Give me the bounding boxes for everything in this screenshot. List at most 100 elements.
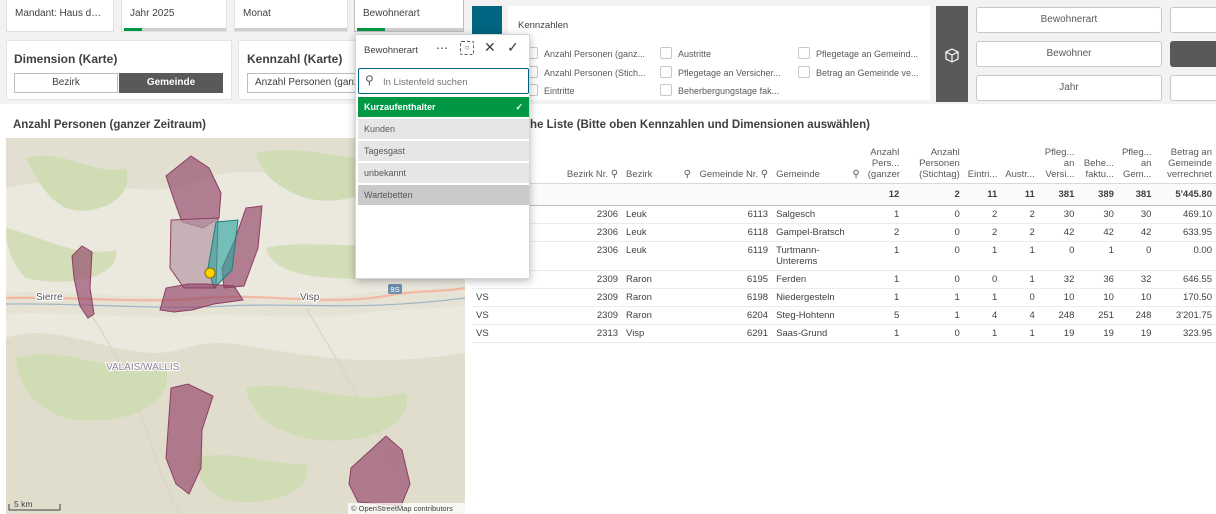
object-tool-panel[interactable] xyxy=(936,6,968,102)
table-row[interactable]: 2309 Raron 6195 Ferden 1 0 0 1 32 36 32 646.55 xyxy=(472,270,1216,289)
totals-cell: 381 xyxy=(1038,183,1079,206)
listbox-item-kunden[interactable]: Kunden xyxy=(358,119,529,140)
table-cell: 4 xyxy=(963,306,1002,325)
table-row[interactable]: 2306 Leuk 6118 Gampel-Bratsch 2 0 2 2 42 42 42 633.… xyxy=(472,223,1216,242)
table-cell: VS xyxy=(472,288,545,307)
column-header-eintritte[interactable]: Eintri... xyxy=(963,138,1002,184)
table-body: 2306 Leuk 6113 Salgesch 1 0 2 2 30 30 30 469.10 2306… xyxy=(472,205,1216,343)
kennzahl-select-value: Anzahl Personen (ganzer xyxy=(255,77,367,88)
table-cell: 646.55 xyxy=(1155,270,1216,289)
right-button-bottom-partial[interactable] xyxy=(1170,75,1216,101)
listbox-search-field[interactable]: ⚲ xyxy=(358,68,529,94)
table-cell: 1 xyxy=(903,288,964,307)
kennzahl-option-label: Beherbergungstage fak... xyxy=(678,86,780,96)
table-row[interactable]: 2306 Leuk 6119 Turtmann-Unterems 1 0 1 1 0 1 0 0.00 xyxy=(472,241,1216,271)
column-header-label: Gemeinde xyxy=(776,169,820,180)
jahr-button[interactable]: Jahr xyxy=(976,75,1162,101)
kennzahl-option-pflegetage-gemeinde[interactable]: Pflegetage an Gemeind... xyxy=(798,47,918,59)
table-cell: 251 xyxy=(1078,306,1118,325)
table-cell: Raron xyxy=(622,270,695,289)
table-cell: 42 xyxy=(1078,223,1118,242)
column-header-anzahl-ganz[interactable]: Anzahl Pers... (ganzer xyxy=(863,138,904,184)
search-icon[interactable]: ⚲ xyxy=(852,169,859,180)
filter-mandant[interactable]: Mandant: Haus der G... xyxy=(6,0,114,32)
filter-monat-bar xyxy=(235,28,347,31)
kennzahl-option-beherbergungstage[interactable]: Beherbergungstage fak... xyxy=(660,84,779,96)
table-cell: 2306 xyxy=(544,205,623,224)
filter-monat[interactable]: Monat xyxy=(234,0,348,32)
table-cell: 10 xyxy=(1038,288,1079,307)
table-cell: 3'201.75 xyxy=(1155,306,1216,325)
dimension-option-gemeinde[interactable]: Gemeinde xyxy=(119,73,223,93)
table-cell: 6291 xyxy=(694,324,773,343)
column-header-gemeinde[interactable]: Gemeinde ⚲ xyxy=(772,138,864,184)
filter-jahr[interactable]: Jahr 2025 xyxy=(121,0,227,32)
table-cell: 2 xyxy=(1001,205,1039,224)
dimension-option-bezirk[interactable]: Bezirk xyxy=(14,73,118,93)
column-header-bezirk-nr[interactable]: Bezirk Nr. ⚲ xyxy=(544,138,623,184)
table-cell: 170.50 xyxy=(1155,288,1216,307)
listbox-item-tagesgast[interactable]: Tagesgast xyxy=(358,141,529,162)
column-header-beherbergungstage[interactable]: Behe... faktu... xyxy=(1078,138,1118,184)
map-label-valais: VALAIS/WALLIS xyxy=(106,362,180,373)
listbox-item-label: Kunden xyxy=(364,124,396,134)
kennzahl-option-label: Eintritte xyxy=(544,86,575,96)
table-row[interactable]: 2306 Leuk 6113 Salgesch 1 0 2 2 30 30 30 469.10 xyxy=(472,205,1216,224)
search-icon[interactable]: ⚲ xyxy=(611,169,618,180)
kennzahl-option-eintritte[interactable]: Eintritte xyxy=(526,84,575,96)
listbox-item-label: Kurzaufenthalter xyxy=(364,102,436,112)
table-cell: 32 xyxy=(1117,270,1156,289)
column-header-pflegetage-versicherer[interactable]: Pfleg... an Versi... xyxy=(1038,138,1079,184)
table-row[interactable]: VS 2309 Raron 6204 Steg-Hohtenn 5 1 4 4 248 251 248… xyxy=(472,306,1216,325)
table-cell: Leuk xyxy=(622,241,695,271)
listbox-item-unbekannt[interactable]: unbekannt xyxy=(358,163,529,184)
right-button-top-partial[interactable] xyxy=(1170,7,1216,33)
column-header-austritte[interactable]: Austr... xyxy=(1001,138,1039,184)
kennzahl-option-label: Pflegetage an Versicher... xyxy=(678,68,781,78)
bewohner-button[interactable]: Bewohner xyxy=(976,41,1162,67)
right-button-dark-partial[interactable] xyxy=(1170,41,1216,67)
bewohnerart-button[interactable]: Bewohnerart xyxy=(976,7,1162,33)
kennzahl-option-anzahl-ganz[interactable]: Anzahl Personen (ganz... xyxy=(526,47,645,59)
column-header-pflegetage-gemeinde[interactable]: Pfleg... an Gem... xyxy=(1117,138,1156,184)
map-label-visp: Visp xyxy=(300,292,320,303)
location-marker[interactable] xyxy=(204,267,216,279)
listbox-item-kurzaufenthalter[interactable]: Kurzaufenthalter ✓ xyxy=(358,97,529,118)
kennzahl-select[interactable]: Anzahl Personen (ganzer xyxy=(247,73,367,93)
map-attribution[interactable]: © OpenStreetMap contributors xyxy=(351,504,453,513)
table-row[interactable]: VS 2313 Visp 6291 Saas-Grund 1 0 1 1 19 19 19 323.95 xyxy=(472,324,1216,343)
column-header-anzahl-stichtag[interactable]: Anzahl Personen (Stichtag) xyxy=(903,138,964,184)
table-cell: 30 xyxy=(1078,205,1118,224)
selection-tool-icon[interactable]: ○ xyxy=(460,41,474,55)
close-icon[interactable]: ✕ xyxy=(484,39,496,56)
totals-cell: 11 xyxy=(963,183,1002,206)
kennzahl-option-austritte[interactable]: Austritte xyxy=(660,47,711,59)
totals-cell: 381 xyxy=(1117,183,1156,206)
dimension-panel: Dimension (Karte) Bezirk Gemeinde xyxy=(6,40,232,100)
totals-cell: 11 xyxy=(1001,183,1039,206)
listbox-item-label: unbekannt xyxy=(364,168,407,178)
more-options-icon[interactable]: ⋯ xyxy=(436,41,449,55)
checkbox-icon xyxy=(798,47,810,59)
table-cell: 469.10 xyxy=(1155,205,1216,224)
table-row[interactable]: VS 2309 Raron 6198 Niedergesteln 1 1 1 0 10 10 10 17… xyxy=(472,288,1216,307)
search-icon[interactable]: ⚲ xyxy=(684,169,691,180)
listbox-search-input[interactable] xyxy=(381,73,525,91)
table-cell: 2 xyxy=(963,223,1002,242)
column-header-gemeinde-nr[interactable]: Gemeinde Nr. ⚲ xyxy=(694,138,773,184)
table-cell: VS xyxy=(472,306,545,325)
map-label-sierre: Sierre xyxy=(36,292,63,303)
filter-bewohnerart[interactable]: Bewohnerart xyxy=(354,0,464,32)
listbox-item-wartebetten[interactable]: Wartebetten xyxy=(358,185,529,206)
filter-monat-label: Monat xyxy=(243,8,271,19)
kennzahl-option-pflegetage-versicherer[interactable]: Pflegetage an Versicher... xyxy=(660,66,781,78)
table-cell: 1 xyxy=(963,241,1002,271)
confirm-check-icon[interactable]: ✓ xyxy=(507,39,519,56)
kennzahl-option-betrag-gemeinde[interactable]: Betrag an Gemeinde ve... xyxy=(798,66,919,78)
kennzahlen-title: Kennzahlen xyxy=(518,20,569,31)
column-header-bezirk[interactable]: Bezirk ⚲ xyxy=(622,138,695,184)
kennzahl-option-label: Betrag an Gemeinde ve... xyxy=(816,68,919,78)
column-header-betrag-gemeinde[interactable]: Betrag an Gemeinde verrechnet xyxy=(1155,138,1216,184)
search-icon[interactable]: ⚲ xyxy=(761,169,768,180)
kennzahl-option-anzahl-stichtag[interactable]: Anzahl Personen (Stich... xyxy=(526,66,646,78)
